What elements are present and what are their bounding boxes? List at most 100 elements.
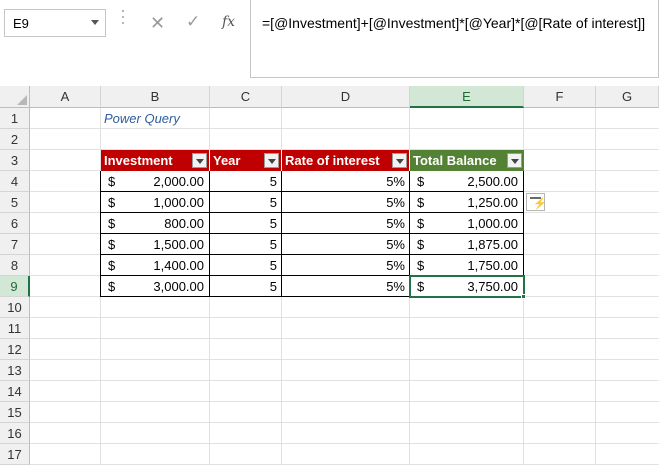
cell-value: 5%: [386, 174, 405, 189]
table-header-rate[interactable]: Rate of interest: [282, 150, 410, 171]
table-cell-total[interactable]: $1,000.00: [410, 213, 524, 234]
table-cell-year[interactable]: 5: [210, 234, 282, 255]
chevron-down-icon[interactable]: [91, 20, 99, 25]
row-header-16[interactable]: 16: [0, 423, 30, 444]
column-header-f[interactable]: F: [524, 86, 596, 108]
table-cell-total[interactable]: $1,750.00: [410, 255, 524, 276]
row-header-5[interactable]: 5: [0, 192, 30, 213]
table-cell-investment[interactable]: $2,000.00: [101, 171, 210, 192]
gridline: [30, 338, 659, 339]
cell-value: 2,000.00: [153, 174, 204, 189]
table-cell-total[interactable]: $2,500.00: [410, 171, 524, 192]
filter-dropdown-icon[interactable]: [392, 153, 407, 168]
cell-value: 5%: [386, 237, 405, 252]
column-header-g[interactable]: G: [596, 86, 659, 108]
formula-input[interactable]: =[@Investment]+[@Investment]*[@Year]*[@[…: [250, 0, 659, 78]
row-header-6[interactable]: 6: [0, 213, 30, 234]
table-cell-rate[interactable]: 5%: [282, 255, 410, 276]
fill-handle[interactable]: [521, 294, 526, 299]
column-header-d[interactable]: D: [282, 86, 410, 108]
table-cell-rate[interactable]: 5%: [282, 234, 410, 255]
column-header-e[interactable]: E: [410, 86, 524, 108]
cell-value: 1,000.00: [467, 216, 518, 231]
table-header-year[interactable]: Year: [210, 150, 282, 171]
cell-value: 1,750.00: [467, 258, 518, 273]
cell-value: 5%: [386, 195, 405, 210]
table-cell-year[interactable]: 5: [210, 276, 282, 297]
select-all-button[interactable]: [0, 86, 30, 108]
filter-dropdown-icon[interactable]: [192, 153, 207, 168]
cancel-icon[interactable]: ✕: [150, 13, 165, 34]
row-header-13[interactable]: 13: [0, 360, 30, 381]
row-header-15[interactable]: 15: [0, 402, 30, 423]
sheet-title[interactable]: Power Query: [104, 111, 180, 126]
header-label: Year: [213, 153, 241, 168]
currency-symbol: $: [108, 237, 116, 252]
gridline: [30, 422, 659, 423]
row-header-12[interactable]: 12: [0, 339, 30, 360]
table-cell-investment[interactable]: $3,000.00: [101, 276, 210, 297]
cell-value: 5: [269, 237, 277, 252]
currency-symbol: $: [108, 279, 116, 294]
column-header-b[interactable]: B: [101, 86, 210, 108]
row-header-4[interactable]: 4: [0, 171, 30, 192]
table-cell-investment[interactable]: $1,000.00: [101, 192, 210, 213]
currency-symbol: $: [108, 174, 116, 189]
row-header-11[interactable]: 11: [0, 318, 30, 339]
filter-dropdown-icon[interactable]: [507, 153, 522, 168]
cell-value: 5: [269, 216, 277, 231]
cell-value: 5: [269, 174, 277, 189]
gridline: [30, 443, 659, 444]
currency-symbol: $: [108, 216, 116, 231]
row-header-3[interactable]: 3: [0, 150, 30, 171]
currency-symbol: $: [417, 174, 425, 189]
formula-text: =[@Investment]+[@Investment]*[@Year]*[@[…: [262, 15, 646, 31]
gridline: [30, 317, 659, 318]
insert-function-icon[interactable]: fx: [222, 14, 235, 30]
row-header-7[interactable]: 7: [0, 234, 30, 255]
table-cell-investment[interactable]: $1,400.00: [101, 255, 210, 276]
row-header-14[interactable]: 14: [0, 381, 30, 402]
currency-symbol: $: [108, 195, 116, 210]
quick-analysis-icon[interactable]: ⚡: [526, 193, 547, 211]
cell-value: 1,250.00: [467, 195, 518, 210]
active-cell-selection[interactable]: [409, 275, 525, 298]
table-cell-year[interactable]: 5: [210, 171, 282, 192]
table-cell-year[interactable]: 5: [210, 213, 282, 234]
header-label: Total Balance: [413, 153, 497, 168]
currency-symbol: $: [417, 195, 425, 210]
table-cell-year[interactable]: 5: [210, 255, 282, 276]
row-header-10[interactable]: 10: [0, 297, 30, 318]
row-header-9[interactable]: 9: [0, 276, 30, 297]
table-cell-rate[interactable]: 5%: [282, 171, 410, 192]
name-box[interactable]: E9: [4, 9, 106, 37]
row-header-8[interactable]: 8: [0, 255, 30, 276]
table-cell-rate[interactable]: 5%: [282, 276, 410, 297]
table-cell-rate[interactable]: 5%: [282, 213, 410, 234]
table-header-investment[interactable]: Investment: [101, 150, 210, 171]
row-header-2[interactable]: 2: [0, 129, 30, 150]
row-header-17[interactable]: 17: [0, 444, 30, 465]
enter-icon[interactable]: ✓: [186, 12, 200, 32]
table-cell-investment[interactable]: $800.00: [101, 213, 210, 234]
cell-value: 5: [269, 279, 277, 294]
worksheet-grid[interactable]: A B C D E F G 1 2 3 4 5 6 7 8 9 10 11 12…: [0, 86, 659, 465]
table-cell-total[interactable]: $1,250.00: [410, 192, 524, 213]
name-box-value: E9: [13, 16, 29, 31]
cell-value: 2,500.00: [467, 174, 518, 189]
column-header-c[interactable]: C: [210, 86, 282, 108]
cell-value: 5: [269, 195, 277, 210]
formula-buttons: ✕ ✓ fx: [138, 9, 250, 37]
drag-handle-icon[interactable]: [121, 10, 126, 34]
column-header-a[interactable]: A: [30, 86, 101, 108]
table-cell-year[interactable]: 5: [210, 192, 282, 213]
gridline: [30, 128, 659, 129]
table-cell-investment[interactable]: $1,500.00: [101, 234, 210, 255]
table-cell-total[interactable]: $1,875.00: [410, 234, 524, 255]
gridline: [30, 401, 659, 402]
filter-dropdown-icon[interactable]: [264, 153, 279, 168]
table-cell-rate[interactable]: 5%: [282, 192, 410, 213]
table-header-total-balance[interactable]: Total Balance: [410, 150, 524, 171]
row-header-1[interactable]: 1: [0, 108, 30, 129]
gridline: [30, 380, 659, 381]
